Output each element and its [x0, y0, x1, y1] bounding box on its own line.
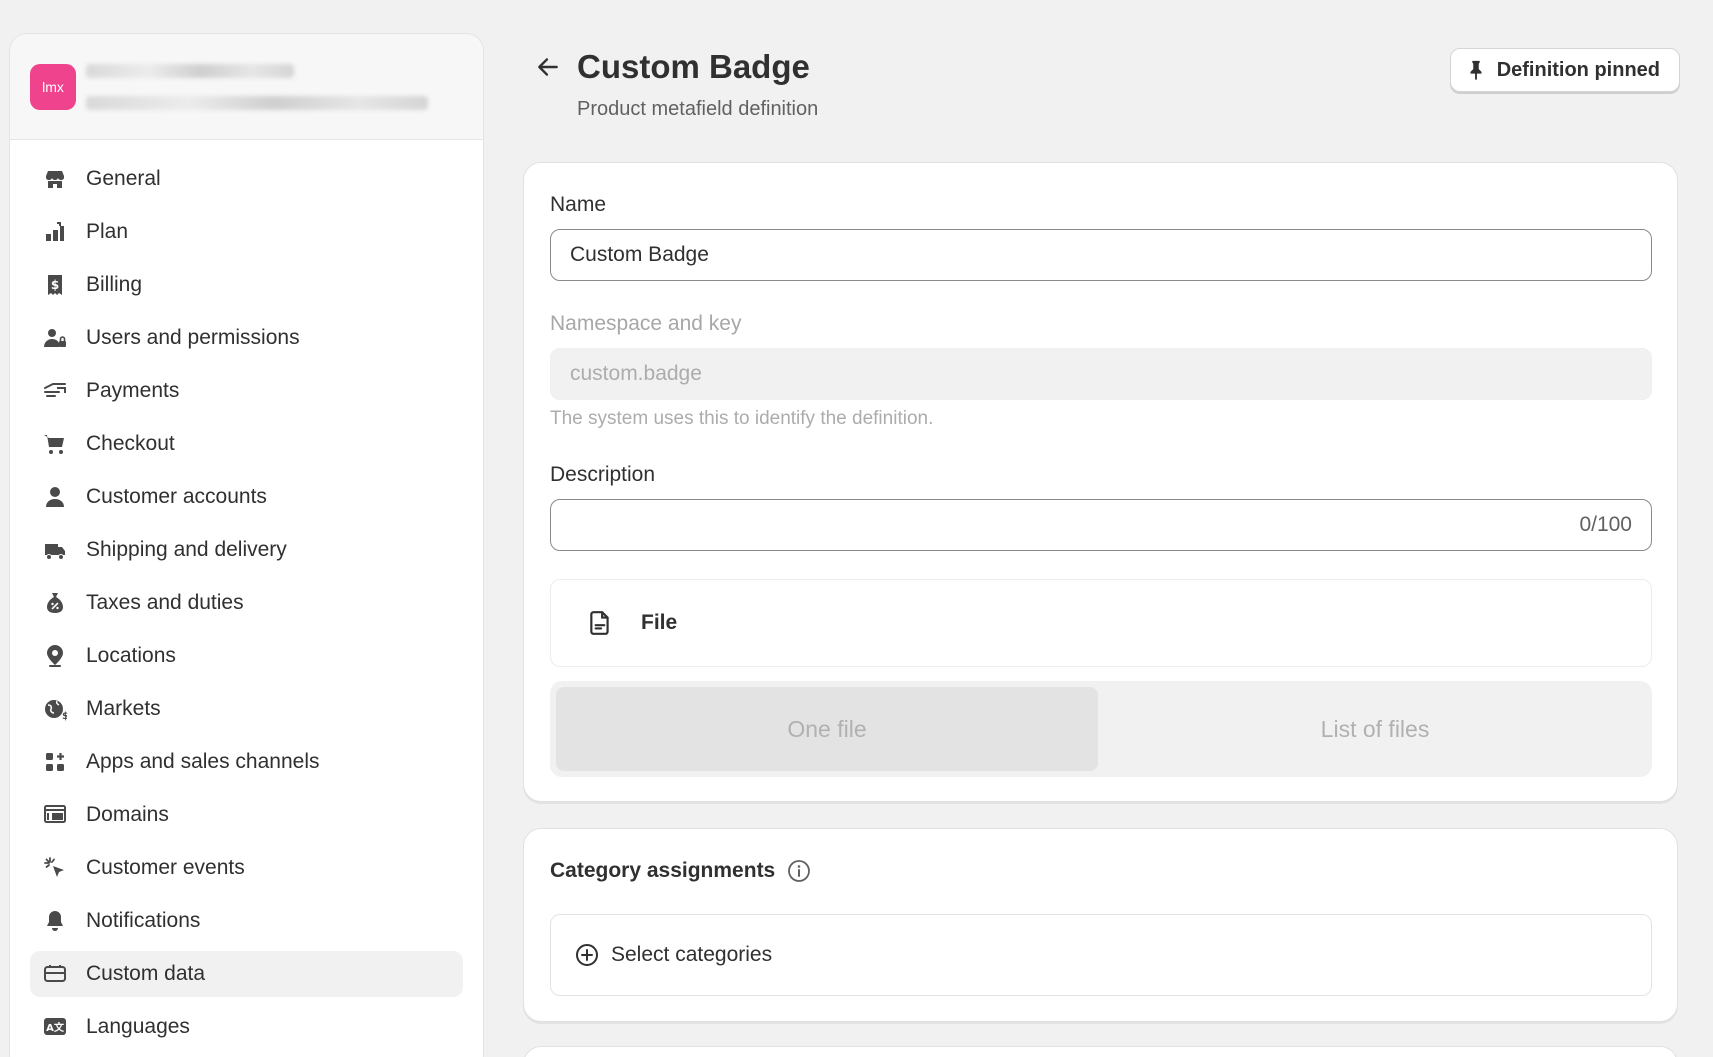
- page: lmx General Plan $ Billing Users and per…: [0, 0, 1713, 1057]
- sidebar-item-label: Shipping and delivery: [86, 538, 287, 561]
- sidebar-item-notifications[interactable]: Notifications: [30, 898, 463, 944]
- pin-button-label: Definition pinned: [1496, 58, 1660, 81]
- sidebar-item-apps[interactable]: Apps and sales channels: [30, 739, 463, 785]
- svg-text:A: A: [46, 1023, 54, 1034]
- name-input[interactable]: Custom Badge: [550, 229, 1652, 281]
- page-title: Custom Badge: [577, 48, 810, 85]
- svg-text:$: $: [62, 711, 67, 721]
- globe-icon: $: [42, 696, 68, 722]
- custom-data-icon: [42, 961, 68, 987]
- sidebar-item-label: Payments: [86, 379, 180, 402]
- apps-icon: [42, 749, 68, 775]
- namespace-help-text: The system uses this to identify the def…: [550, 408, 934, 429]
- billing-icon: $: [42, 272, 68, 298]
- sidebar-item-label: Plan: [86, 220, 129, 243]
- store-name-redacted: [86, 63, 294, 78]
- back-button[interactable]: [533, 52, 563, 82]
- sidebar-item-label: Checkout: [86, 432, 175, 455]
- store-avatar: lmx: [30, 63, 76, 110]
- arrow-left-icon: [538, 58, 558, 76]
- payments-icon: [42, 378, 68, 404]
- sidebar-item-label: Customer events: [86, 856, 245, 879]
- sidebar-item-taxes[interactable]: Taxes and duties: [30, 580, 463, 626]
- definition-card: Name Custom Badge Namespace and key cust…: [523, 162, 1678, 802]
- file-icon: [590, 611, 609, 635]
- namespace-input-value: custom.badge: [570, 362, 702, 385]
- namespace-input: custom.badge: [550, 348, 1652, 400]
- svg-text:$: $: [51, 278, 59, 292]
- definition-pinned-button[interactable]: Definition pinned: [1449, 48, 1680, 92]
- sidebar-item-customer-accounts[interactable]: Customer accounts: [30, 474, 463, 520]
- store-info-redacted: [86, 63, 428, 110]
- sidebar-item-label: Customer accounts: [86, 485, 267, 508]
- next-card: [523, 1046, 1678, 1057]
- description-label: Description: [550, 463, 656, 486]
- sidebar-item-languages[interactable]: A文 Languages: [30, 1004, 463, 1050]
- sidebar-item-label: Domains: [86, 803, 169, 826]
- pin-icon: [1470, 60, 1482, 81]
- segment-one-file[interactable]: One file: [556, 687, 1098, 771]
- cursor-click-icon: [42, 855, 68, 881]
- name-label: Name: [550, 193, 607, 216]
- sidebar-item-label: Apps and sales channels: [86, 750, 320, 773]
- category-assignments-title: Category assignments: [550, 859, 811, 883]
- select-categories-button[interactable]: Select categories: [550, 914, 1652, 996]
- sidebar-item-general[interactable]: General: [30, 156, 463, 202]
- cart-icon: [42, 431, 68, 457]
- sidebar-item-label: Taxes and duties: [86, 591, 244, 614]
- sidebar-item-plan[interactable]: Plan: [30, 209, 463, 255]
- sidebar-item-users[interactable]: Users and permissions: [30, 315, 463, 361]
- store-url-redacted: [86, 95, 428, 110]
- settings-nav: General Plan $ Billing Users and permiss…: [10, 140, 483, 1050]
- sidebar-item-locations[interactable]: Locations: [30, 633, 463, 679]
- location-pin-icon: [42, 643, 68, 669]
- description-input[interactable]: 0/100: [550, 499, 1652, 551]
- store-header[interactable]: lmx: [10, 34, 483, 140]
- select-categories-label: Select categories: [611, 943, 773, 966]
- store-icon: [42, 166, 68, 192]
- users-icon: [42, 325, 68, 351]
- sidebar-item-shipping[interactable]: Shipping and delivery: [30, 527, 463, 573]
- segment-list-of-files[interactable]: List of files: [1104, 687, 1646, 771]
- namespace-label: Namespace and key: [550, 312, 742, 335]
- sidebar-item-label: Custom data: [86, 962, 206, 985]
- sidebar-item-domains[interactable]: Domains: [30, 792, 463, 838]
- sidebar-item-customer-events[interactable]: Customer events: [30, 845, 463, 891]
- sidebar-item-label: Locations: [86, 644, 176, 667]
- page-header: Custom Badge Product metafield definitio…: [523, 0, 1680, 160]
- truck-icon: [42, 537, 68, 563]
- sidebar-item-checkout[interactable]: Checkout: [30, 421, 463, 467]
- sidebar-item-payments[interactable]: Payments: [30, 368, 463, 414]
- name-input-value: Custom Badge: [570, 243, 709, 266]
- sidebar-item-markets[interactable]: $ Markets: [30, 686, 463, 732]
- sidebar-item-custom-data[interactable]: Custom data: [30, 951, 463, 997]
- sidebar-item-label: General: [86, 167, 161, 190]
- settings-sidebar: lmx General Plan $ Billing Users and per…: [9, 33, 484, 1057]
- sidebar-item-label: Users and permissions: [86, 326, 300, 349]
- category-assignments-heading: Category assignments: [550, 859, 776, 882]
- type-selector[interactable]: File: [550, 579, 1652, 667]
- main-content: Custom Badge Product metafield definitio…: [523, 0, 1680, 1057]
- bell-icon: [42, 908, 68, 934]
- language-icon: A文: [42, 1014, 68, 1040]
- category-assignments-card: Category assignments Select categories: [523, 828, 1678, 1022]
- svg-text:文: 文: [54, 1021, 65, 1034]
- tax-icon: [42, 590, 68, 616]
- page-subtitle: Product metafield definition: [577, 98, 819, 120]
- description-counter: 0/100: [1579, 513, 1632, 536]
- info-icon[interactable]: [787, 859, 811, 883]
- person-icon: [42, 484, 68, 510]
- domains-icon: [42, 802, 68, 828]
- file-count-segmented-control: One file List of files: [550, 681, 1652, 777]
- sidebar-item-label: Markets: [86, 697, 161, 720]
- sidebar-item-billing[interactable]: $ Billing: [30, 262, 463, 308]
- type-label: File: [641, 611, 678, 634]
- plus-circle-icon: [576, 944, 598, 966]
- sidebar-item-label: Languages: [86, 1015, 190, 1038]
- sidebar-item-label: Billing: [86, 273, 143, 296]
- sidebar-item-label: Notifications: [86, 909, 201, 932]
- plan-icon: [42, 219, 68, 245]
